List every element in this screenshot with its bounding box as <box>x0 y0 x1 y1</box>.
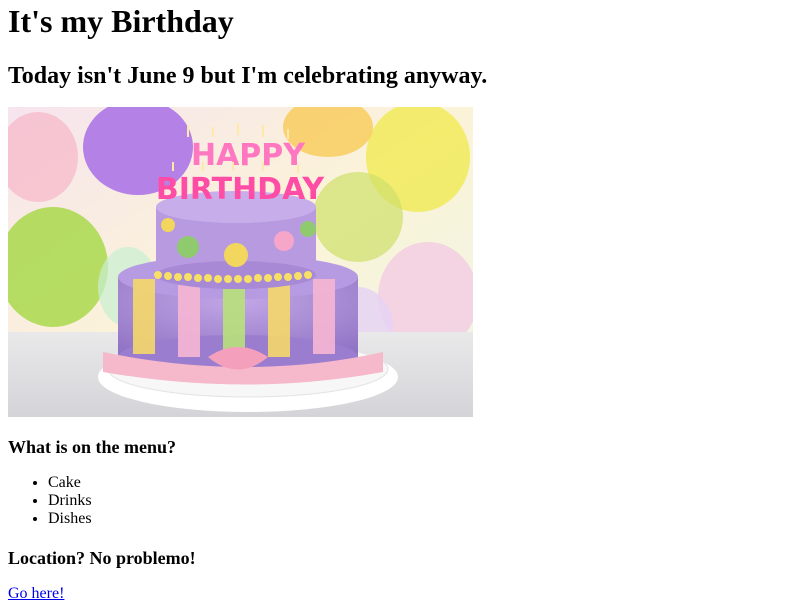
menu-heading: What is on the menu? <box>8 437 177 457</box>
menu-list: Cake Drinks Dishes <box>8 474 793 528</box>
menu-item-dishes: Dishes <box>48 510 793 528</box>
candles-happy: HAPPY <box>191 138 306 173</box>
birthday-cake-image: HAPPY BIRTHDAY <box>8 107 473 417</box>
page-subtitle: Today isn't June 9 but I'm celebrating a… <box>8 63 488 89</box>
page: It's my Birthday Today isn't June 9 but … <box>0 0 801 603</box>
menu-item-cake: Cake <box>48 474 793 492</box>
location-heading: Location? No problemo! <box>8 548 196 568</box>
link-row: Go here! <box>8 585 793 603</box>
go-here-link[interactable]: Go here! <box>8 585 64 602</box>
candles-birthday: BIRTHDAY <box>156 172 326 207</box>
page-title: It's my Birthday <box>8 3 234 39</box>
menu-item-drinks: Drinks <box>48 492 793 510</box>
